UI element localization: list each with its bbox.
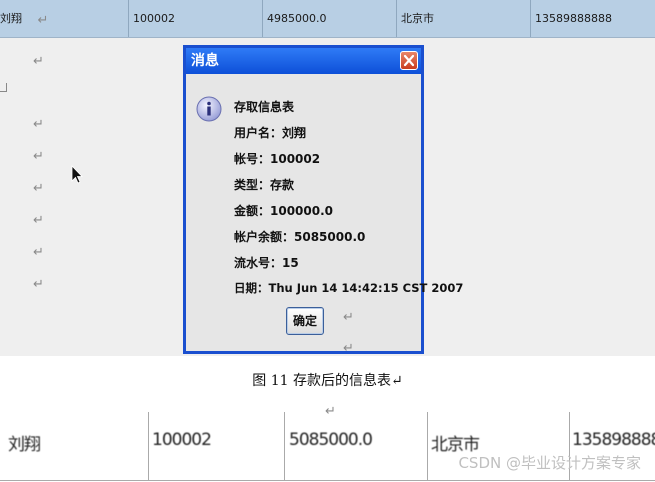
mouse-cursor-icon bbox=[71, 165, 83, 184]
cell-account: 100002 bbox=[152, 430, 212, 450]
return-mark: ↵ bbox=[33, 181, 44, 196]
message-serial: 流水号：15 bbox=[234, 256, 299, 270]
cell-name-text: 刘翔 bbox=[0, 12, 22, 25]
watermark: CSDN @毕业设计方案专家 bbox=[458, 454, 641, 472]
return-mark: ↵ bbox=[33, 54, 44, 69]
message-balance: 帐户余额：5085000.0 bbox=[234, 230, 366, 244]
close-button[interactable] bbox=[400, 51, 418, 70]
close-icon bbox=[403, 54, 415, 67]
column-divider bbox=[148, 412, 149, 480]
message-username: 用户名：刘翔 bbox=[234, 126, 307, 140]
return-mark: ↵ bbox=[343, 310, 354, 325]
return-mark: ↵ bbox=[37, 13, 49, 28]
return-mark: ↵ bbox=[33, 213, 44, 228]
return-mark: ↵ bbox=[33, 117, 44, 132]
cell-city: 北京市 bbox=[397, 0, 531, 37]
return-mark: ↵ bbox=[33, 149, 44, 164]
corner-mark bbox=[0, 83, 7, 92]
return-mark: ↵ bbox=[343, 341, 354, 356]
column-divider bbox=[284, 412, 285, 480]
cell-account: 100002 bbox=[129, 0, 263, 37]
dialog-title-bar[interactable]: 消息 bbox=[186, 48, 421, 74]
figure-caption: 图 11 存款后的信息表↵ bbox=[252, 373, 403, 389]
cell-phone: 13589888888 bbox=[572, 430, 655, 450]
table-row-highlighted[interactable]: 刘翔 ↵ 100002 4985000.0 北京市 13589888888 bbox=[0, 0, 655, 38]
return-mark: ↵ bbox=[33, 245, 44, 260]
message-heading: 存取信息表 bbox=[234, 100, 295, 114]
return-mark: ↵ bbox=[33, 277, 44, 292]
cell-balance: 4985000.0 bbox=[263, 0, 397, 37]
cell-name: 刘翔 ↵ bbox=[0, 0, 129, 37]
message-amount: 金额：100000.0 bbox=[234, 204, 334, 218]
message-dialog: 消息 存取信息表 用户名：刘翔 帐号：100002 类型：存款 金额：10000… bbox=[183, 45, 463, 354]
cell-phone: 13589888888 bbox=[535, 12, 612, 25]
info-icon bbox=[196, 96, 222, 122]
screenshot-area: 刘翔 ↵ 100002 4985000.0 北京市 13589888888 ↵ … bbox=[0, 0, 655, 356]
ok-button[interactable]: 确定 bbox=[286, 307, 324, 335]
column-divider bbox=[427, 412, 428, 480]
cell-balance: 5085000.0 bbox=[289, 430, 373, 450]
dialog-title: 消息 bbox=[191, 53, 219, 69]
message-type: 类型：存款 bbox=[234, 178, 295, 192]
message-date: 日期：Thu Jun 14 14:42:15 CST 2007 bbox=[234, 281, 464, 295]
message-account: 帐号：100002 bbox=[234, 152, 321, 166]
cell-name: 刘翔 bbox=[8, 435, 41, 455]
